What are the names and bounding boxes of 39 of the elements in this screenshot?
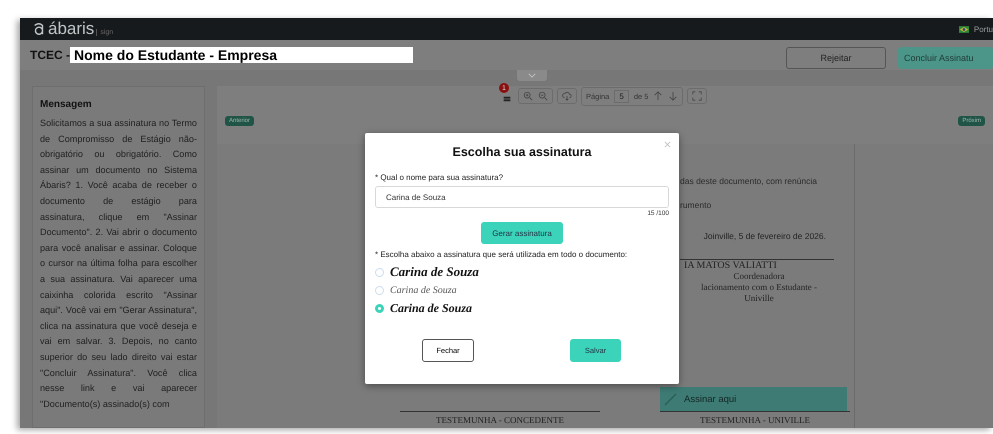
- fullscreen-icon[interactable]: [692, 91, 702, 101]
- document-type: TCEC -: [30, 48, 70, 62]
- language-selector[interactable]: Portu: [974, 24, 993, 34]
- choose-label: * Escolha abaixo a assinatura que será utilizada em todo o documento:: [375, 250, 628, 259]
- radio-button[interactable]: [375, 268, 384, 276]
- witness-label: TESTEMUNHA - CONCEDENTE: [400, 411, 600, 428]
- arrow-down-icon[interactable]: [668, 91, 678, 101]
- witness-label: TESTEMUNHA - UNIVILLE: [660, 411, 850, 428]
- flag-icon: [958, 26, 969, 32]
- cloud-icon[interactable]: [562, 91, 572, 101]
- collapse-tab[interactable]: [516, 70, 546, 81]
- signer-text: lacionamento com o Estudante -: [700, 282, 818, 293]
- signature-option[interactable]: Carina de Souza: [390, 300, 472, 316]
- message-text: Solicitamos a sua assinatura no Termo de Compromisso de Estágio não-obrigatório ou obrigatório. Como assinar um documento no Sistema Ábaris? 1. Você acaba de receber o documento de estágio para assinatura, clique em "Assinar Documento". 2. Vai abrir o documento para você analisar e assinar. Coloque o cursor na última folha para escolher a sua assinatura. Vai aparecer uma caixinha colorida escrito "Assinar aqui". Você vai em "Gerar Assinatura", clica na assinatura que você deseja e vai em salvar. 3. Depois, no canto superior do seu lado direito vai estar "Concluir Assinatura". Você clica nesse link e vai aparecer "Documento(s) assinado(s) com: [40, 117, 197, 411]
- dialog-title: Escolha sua assinatura: [452, 145, 592, 159]
- reject-button[interactable]: Rejeitar: [786, 47, 886, 69]
- document-text: das deste documento, com renúncia: [680, 176, 818, 188]
- pen-icon: [664, 392, 678, 406]
- signer-text: Univille: [743, 293, 775, 304]
- name-label: * Qual o nome para sua assinatura?: [375, 173, 504, 182]
- radio-button[interactable]: [375, 304, 384, 312]
- generate-button[interactable]: Gerar assinatura: [481, 222, 563, 244]
- signature-option[interactable]: Carina de Souza: [390, 284, 457, 296]
- list-icon[interactable]: [502, 94, 512, 104]
- document-title: Nome do Estudante - Empresa: [70, 47, 413, 63]
- arrow-up-icon[interactable]: [653, 91, 664, 101]
- signer-text: Coordenadora: [732, 271, 786, 282]
- zoom-in-icon[interactable]: [523, 91, 533, 101]
- radio-button[interactable]: [375, 286, 384, 294]
- document-date: Joinville, 5 de fevereiro de 2026.: [702, 231, 827, 241]
- name-field[interactable]: Carina de Souza: [375, 186, 669, 208]
- zoom-out-icon[interactable]: [538, 91, 548, 101]
- signer-text: IA MATOS VALIATTI: [684, 260, 778, 271]
- chevron-icon: [528, 73, 536, 78]
- message-title: Mensagem: [40, 99, 93, 110]
- document-text: rumento: [680, 200, 712, 212]
- signature-option[interactable]: Carina de Souza: [390, 264, 479, 280]
- close-icon[interactable]: [664, 141, 671, 148]
- page-field[interactable]: 5: [614, 90, 629, 102]
